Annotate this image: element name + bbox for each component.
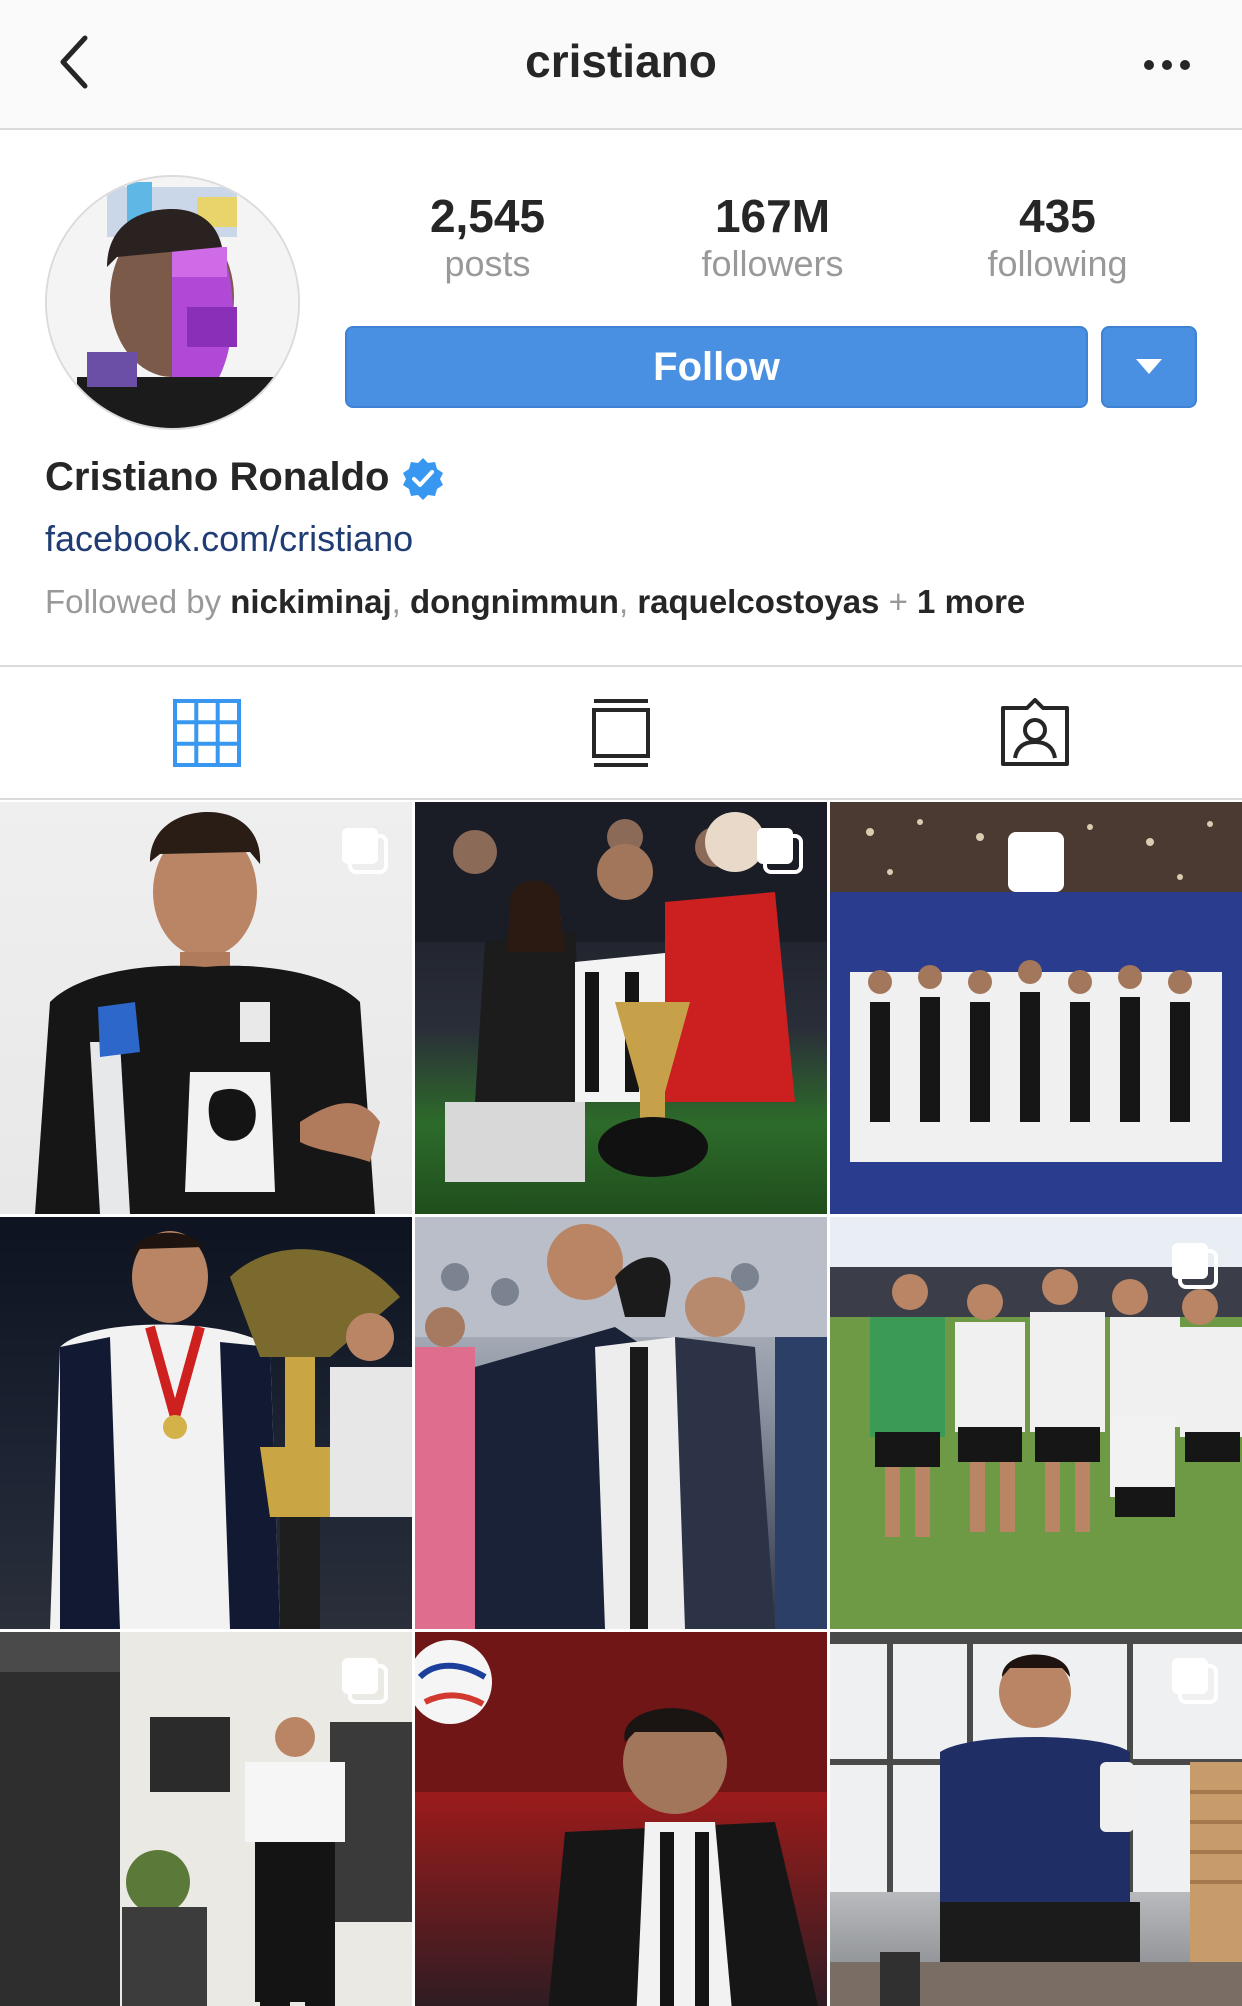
profile-full-name: Cristiano Ronaldo	[45, 455, 445, 500]
profile-website-link[interactable]: facebook.com/cristiano	[45, 518, 413, 560]
post-image	[830, 802, 1242, 1214]
follower-name[interactable]: raquelcostoyas	[637, 583, 879, 620]
plus-separator: +	[888, 583, 918, 620]
grid-icon	[173, 698, 241, 767]
profile-tabs	[0, 665, 1242, 800]
post-image	[415, 1217, 827, 1629]
posts-count: 2,545	[429, 190, 546, 242]
ellipsis-icon	[1144, 60, 1190, 70]
followed-by-prefix: Followed by	[45, 583, 222, 620]
post-thumbnail[interactable]	[830, 1217, 1242, 1629]
top-navigation-bar: cristiano	[0, 0, 1242, 130]
avatar-image	[47, 177, 298, 428]
feed-icon	[592, 698, 650, 767]
post-thumbnail[interactable]	[830, 1632, 1242, 2006]
full-name-text: Cristiano Ronaldo	[45, 455, 390, 499]
more-options-button[interactable]	[1132, 30, 1202, 100]
suggested-accounts-dropdown-button[interactable]	[1101, 326, 1197, 408]
carousel-icon	[757, 828, 803, 874]
tab-grid[interactable]	[0, 667, 414, 798]
profile-stats: 2,545 posts 167M followers 435 following	[345, 190, 1200, 300]
follower-name[interactable]: nickiminaj	[230, 583, 391, 620]
posts-label: posts	[444, 243, 531, 284]
following-count: 435	[1019, 190, 1096, 242]
post-thumbnail[interactable]	[415, 1632, 827, 2006]
profile-username-title: cristiano	[525, 35, 717, 87]
post-thumbnail[interactable]	[830, 802, 1242, 1214]
posts-stat[interactable]: 2,545 posts	[345, 190, 630, 300]
tagged-icon	[1001, 697, 1069, 766]
post-image	[415, 1632, 827, 2006]
post-thumbnail[interactable]	[415, 1217, 827, 1629]
post-thumbnail[interactable]	[0, 1632, 412, 2006]
posts-grid	[0, 802, 1242, 2006]
carousel-icon	[1172, 1243, 1218, 1289]
following-stat[interactable]: 435 following	[915, 190, 1200, 300]
post-thumbnail[interactable]	[0, 1217, 412, 1629]
carousel-icon	[342, 1658, 388, 1704]
followers-stat[interactable]: 167M followers	[630, 190, 915, 300]
carousel-icon	[1172, 1658, 1218, 1704]
followed-by-more[interactable]: 1 more	[917, 583, 1025, 620]
followers-label: followers	[701, 243, 844, 284]
followers-count: 167M	[714, 190, 831, 242]
follower-name[interactable]: dongnimmun	[410, 583, 619, 620]
followed-by-text[interactable]: Followed by nickiminaj, dongnimmun, raqu…	[45, 583, 1025, 621]
separator: ,	[618, 583, 638, 620]
tab-tagged[interactable]	[828, 667, 1242, 798]
separator: ,	[391, 583, 410, 620]
caret-down-icon	[1136, 359, 1162, 374]
post-thumbnail[interactable]	[415, 802, 827, 1214]
post-thumbnail[interactable]	[0, 802, 412, 1214]
carousel-icon	[342, 828, 388, 874]
following-label: following	[987, 243, 1128, 284]
post-image	[50, 1231, 412, 1629]
tab-feed[interactable]	[414, 667, 828, 798]
verified-badge-icon	[403, 457, 444, 500]
profile-avatar[interactable]	[45, 175, 300, 430]
follow-button[interactable]: Follow	[345, 326, 1088, 408]
